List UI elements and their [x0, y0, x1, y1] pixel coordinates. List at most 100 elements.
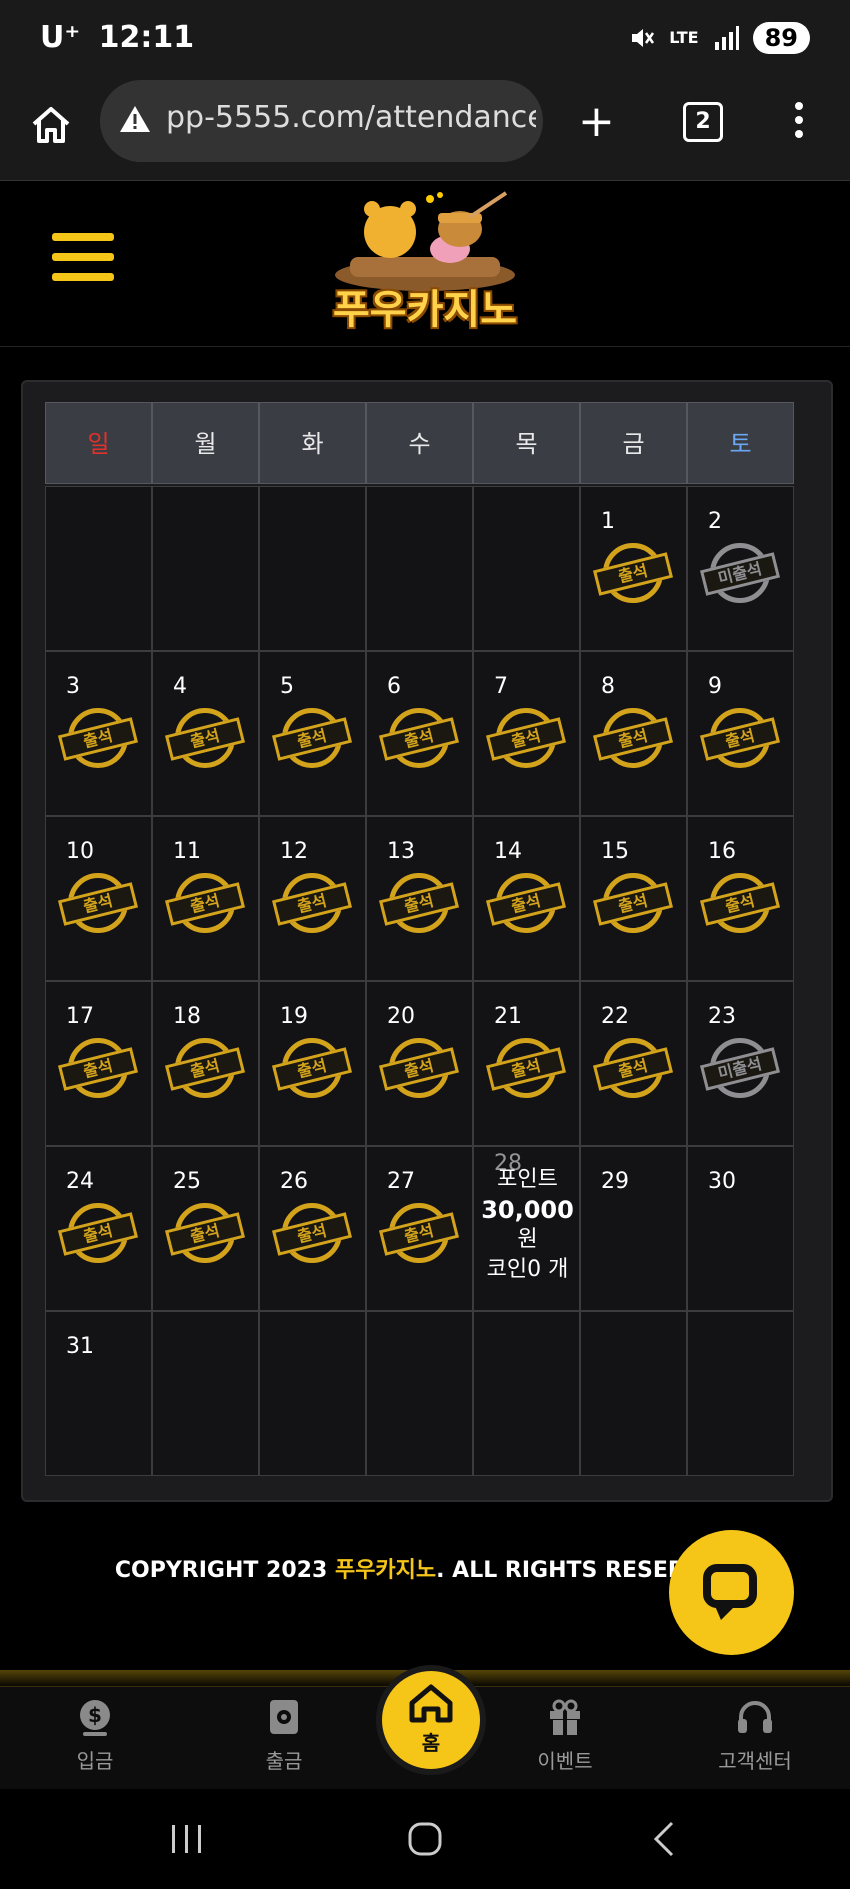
day-cell-6[interactable]: 6 출석 — [366, 651, 473, 816]
day-cell-29[interactable]: 29 — [580, 1146, 687, 1311]
empty-day-cell — [259, 1311, 366, 1476]
day-number: 27 — [387, 1169, 415, 1194]
safe-icon — [270, 1700, 298, 1734]
attendance-stamp-icon: 출석 — [592, 1032, 674, 1110]
nav-withdraw[interactable]: 출금 — [224, 1697, 344, 1774]
url-text[interactable]: pp-5555.com/attendance2 — [166, 100, 536, 135]
day-number: 26 — [280, 1169, 308, 1194]
attendance-stamp-icon: 출석 — [378, 1032, 460, 1110]
day-cell-19[interactable]: 19 출석 — [259, 981, 366, 1146]
day-cell-17[interactable]: 17 출석 — [45, 981, 152, 1146]
absent-stamp-icon: 미출석 — [699, 1032, 781, 1110]
nav-support[interactable]: 고객센터 — [695, 1697, 815, 1774]
empty-day-cell — [259, 486, 366, 651]
today-line2: 30,000 — [481, 1196, 574, 1224]
day-cell-18[interactable]: 18 출석 — [152, 981, 259, 1146]
attendance-stamp-icon: 출석 — [271, 1032, 353, 1110]
day-cell-9[interactable]: 9 출석 — [687, 651, 794, 816]
day-number: 1 — [601, 509, 615, 534]
home-system-icon[interactable] — [407, 1821, 443, 1857]
day-number: 21 — [494, 1004, 522, 1029]
day-number: 2 — [708, 509, 722, 534]
attendance-stamp-icon: 출석 — [485, 1032, 567, 1110]
day-cell-23[interactable]: 23 미출석 — [687, 981, 794, 1146]
day-number: 13 — [387, 839, 415, 864]
attendance-stamp-icon: 출석 — [378, 1197, 460, 1275]
nav-event[interactable]: 이벤트 — [505, 1697, 625, 1774]
today-line3: 원 — [517, 1227, 538, 1252]
day-number: 3 — [66, 674, 80, 699]
attendance-stamp-icon: 출석 — [378, 702, 460, 780]
day-cell-3[interactable]: 3 출석 — [45, 651, 152, 816]
day-number: 31 — [66, 1334, 94, 1359]
hamburger-menu-icon[interactable] — [52, 233, 114, 293]
day-cell-12[interactable]: 12 출석 — [259, 816, 366, 981]
site-logo[interactable]: 푸우카지노 — [310, 187, 540, 337]
back-icon[interactable] — [652, 1821, 676, 1857]
live-chat-button[interactable] — [669, 1530, 794, 1655]
recent-apps-icon[interactable] — [170, 1823, 204, 1855]
status-bar: U⁺ 12:11 LTE 89 — [0, 0, 850, 80]
new-tab-plus-icon[interactable]: + — [578, 100, 615, 144]
day-cell-30[interactable]: 30 — [687, 1146, 794, 1311]
day-number: 17 — [66, 1004, 94, 1029]
browser-home-icon[interactable] — [28, 102, 74, 148]
day-number: 8 — [601, 674, 615, 699]
home-icon — [409, 1684, 453, 1723]
address-bar[interactable]: pp-5555.com/attendance2 — [100, 80, 543, 162]
attendance-stamp-icon: 출석 — [57, 702, 139, 780]
attendance-stamp-icon: 출석 — [57, 867, 139, 945]
attendance-calendar: 일 월 화 수 목 금 토 1 출석 2 미출석 3 출석 4 출석 5 출석 6 출석 7 출석 8 출석 9… — [21, 380, 833, 1502]
day-cell-14[interactable]: 14 출석 — [473, 816, 580, 981]
day-number: 12 — [280, 839, 308, 864]
day-cell-20[interactable]: 20 출석 — [366, 981, 473, 1146]
overflow-menu-icon[interactable] — [795, 102, 805, 144]
day-cell-10[interactable]: 10 출석 — [45, 816, 152, 981]
attendance-stamp-icon: 출석 — [164, 1032, 246, 1110]
calendar-body: 1 출석 2 미출석 3 출석 4 출석 5 출석 6 출석 7 출석 8 출석 9 출석 10 출석 11 출석 12 출석… — [45, 486, 809, 1476]
day-number: 22 — [601, 1004, 629, 1029]
nav-deposit-label: 입금 — [76, 1749, 114, 1773]
attendance-stamp-icon: 출석 — [271, 1197, 353, 1275]
day-cell-25[interactable]: 25 출석 — [152, 1146, 259, 1311]
day-number: 29 — [601, 1169, 629, 1194]
warning-icon[interactable] — [118, 104, 152, 134]
day-cell-11[interactable]: 11 출석 — [152, 816, 259, 981]
day-cell-5[interactable]: 5 출석 — [259, 651, 366, 816]
carrier-label: U⁺ — [40, 20, 81, 55]
empty-day-cell — [687, 1311, 794, 1476]
day-cell-24[interactable]: 24 출석 — [45, 1146, 152, 1311]
attendance-stamp-icon: 출석 — [57, 1032, 139, 1110]
day-cell-8[interactable]: 8 출석 — [580, 651, 687, 816]
day-cell-22[interactable]: 22 출석 — [580, 981, 687, 1146]
day-cell-4[interactable]: 4 출석 — [152, 651, 259, 816]
chat-bubble-icon — [703, 1564, 757, 1608]
day-cell-13[interactable]: 13 출석 — [366, 816, 473, 981]
day-cell-27[interactable]: 27 출석 — [366, 1146, 473, 1311]
attendance-stamp-icon: 출석 — [378, 867, 460, 945]
attendance-stamp-icon: 출석 — [164, 1197, 246, 1275]
day-cell-16[interactable]: 16 출석 — [687, 816, 794, 981]
day-cell-28[interactable]: 28 포인트 30,000 원 코인0 개 — [473, 1146, 580, 1311]
nav-deposit[interactable]: $ 입금 — [35, 1697, 155, 1774]
day-cell-15[interactable]: 15 출석 — [580, 816, 687, 981]
day-number: 7 — [494, 674, 508, 699]
tab-switcher-button[interactable]: 2 — [683, 102, 723, 142]
day-cell-7[interactable]: 7 출석 — [473, 651, 580, 816]
gift-icon — [550, 1699, 580, 1735]
day-cell-26[interactable]: 26 출석 — [259, 1146, 366, 1311]
day-cell-1[interactable]: 1 출석 — [580, 486, 687, 651]
day-cell-21[interactable]: 21 출석 — [473, 981, 580, 1146]
day-cell-2[interactable]: 2 미출석 — [687, 486, 794, 651]
lte-indicator: LTE — [669, 28, 699, 47]
weekday-thursday: 목 — [473, 402, 580, 484]
weekday-saturday: 토 — [687, 402, 794, 484]
calendar-week-row: 24 출석 25 출석 26 출석 27 출석 28 포인트 30,000 원 코인0 개 29 30 — [45, 1146, 809, 1311]
day-cell-31[interactable]: 31 — [45, 1311, 152, 1476]
nav-home[interactable]: 홈 — [376, 1665, 486, 1775]
calendar-week-row: 1 출석 2 미출석 — [45, 486, 809, 651]
attendance-stamp-icon: 출석 — [57, 1197, 139, 1275]
attendance-stamp-icon: 출석 — [592, 702, 674, 780]
empty-day-cell — [152, 1311, 259, 1476]
weekday-wednesday: 수 — [366, 402, 473, 484]
